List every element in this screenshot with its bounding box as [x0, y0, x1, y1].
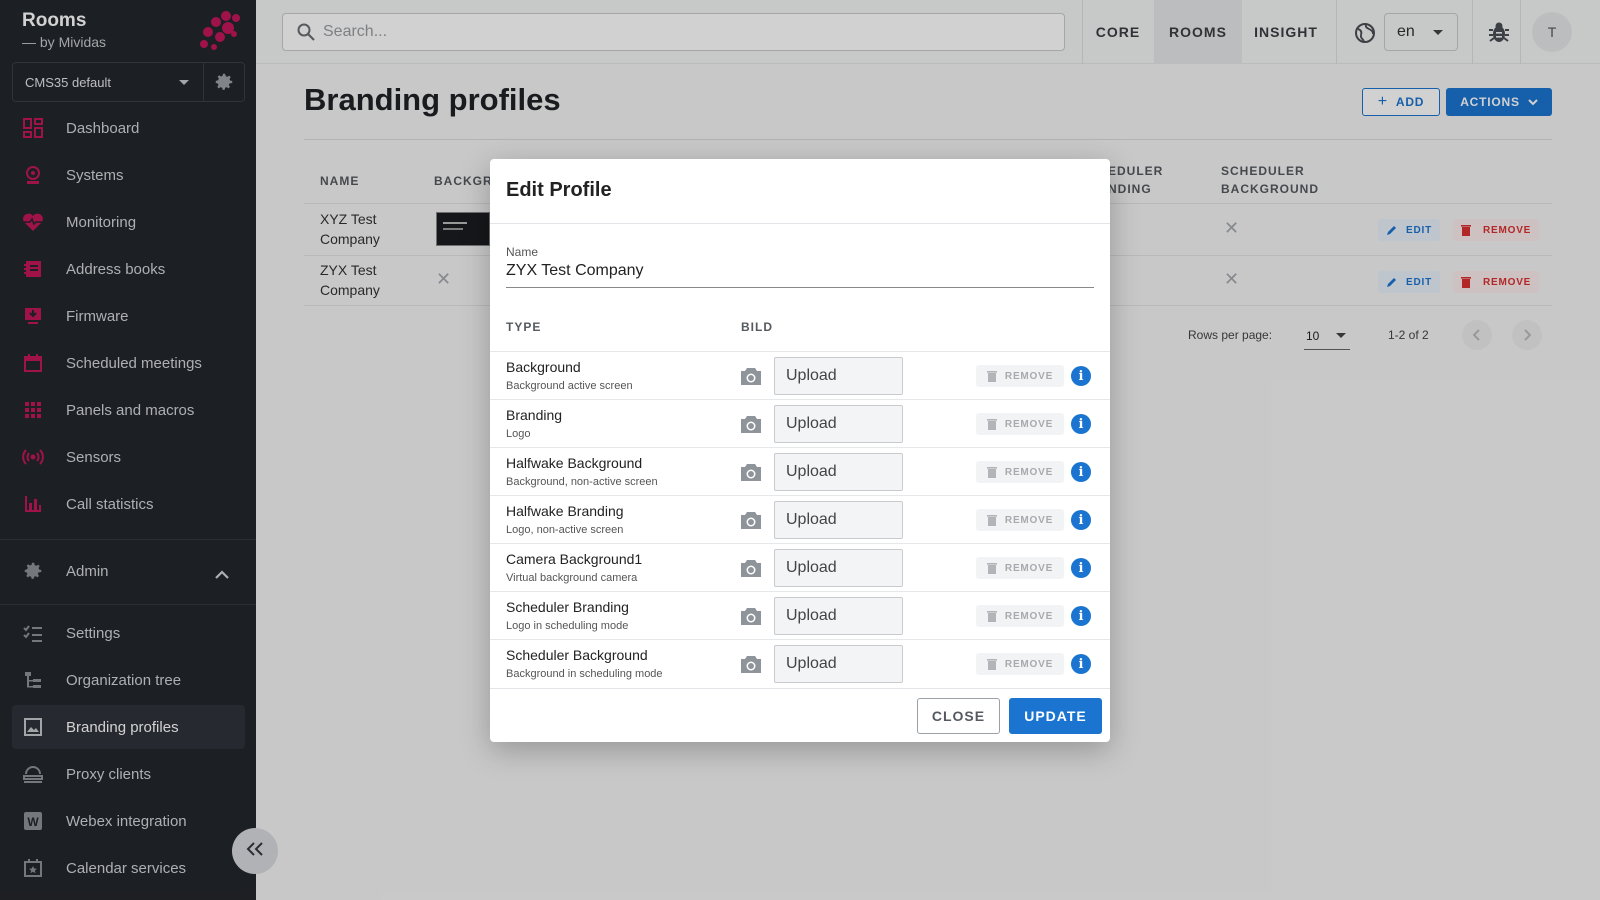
- camera-icon[interactable]: [740, 606, 762, 626]
- trash-icon: [986, 514, 997, 526]
- dialog-title: Edit Profile: [506, 179, 612, 201]
- image-type-row: Branding Logo Upload REMOVE i: [490, 399, 1110, 447]
- image-type-row: Scheduler Background Background in schedu…: [490, 639, 1110, 687]
- upload-input[interactable]: Upload: [774, 645, 903, 683]
- column-header-image: BILD: [741, 320, 773, 334]
- trash-icon: [986, 658, 997, 670]
- info-icon[interactable]: i: [1071, 606, 1091, 626]
- image-type-row: Halfwake Background Background, non-activ…: [490, 447, 1110, 495]
- camera-icon[interactable]: [740, 366, 762, 386]
- image-type-label: Scheduler Branding: [506, 599, 629, 615]
- close-button[interactable]: CLOSE: [917, 698, 1000, 734]
- image-type-description: Background in scheduling mode: [506, 668, 663, 680]
- remove-image-button[interactable]: REMOVE: [976, 653, 1064, 675]
- image-type-label: Camera Background1: [506, 551, 643, 567]
- upload-input[interactable]: Upload: [774, 501, 903, 539]
- upload-input[interactable]: Upload: [774, 405, 903, 443]
- image-type-label: Background: [506, 359, 581, 375]
- remove-image-button[interactable]: REMOVE: [976, 413, 1064, 435]
- info-icon[interactable]: i: [1071, 462, 1091, 482]
- image-type-label: Halfwake Background: [506, 455, 643, 471]
- info-icon[interactable]: i: [1071, 414, 1091, 434]
- camera-icon[interactable]: [740, 462, 762, 482]
- info-icon[interactable]: i: [1071, 654, 1091, 674]
- image-type-description: Virtual background camera: [506, 572, 638, 584]
- upload-input[interactable]: Upload: [774, 453, 903, 491]
- camera-icon[interactable]: [740, 510, 762, 530]
- info-icon[interactable]: i: [1071, 510, 1091, 530]
- camera-icon[interactable]: [740, 558, 762, 578]
- upload-input[interactable]: Upload: [774, 549, 903, 587]
- upload-input[interactable]: Upload: [774, 357, 903, 395]
- info-icon[interactable]: i: [1071, 558, 1091, 578]
- image-type-row: Camera Background1 Virtual background cam…: [490, 543, 1110, 591]
- name-field[interactable]: ZYX Test Company: [506, 262, 644, 280]
- image-type-description: Background, non-active screen: [506, 476, 658, 488]
- edit-profile-dialog: Edit Profile Name ZYX Test Company TYPE …: [490, 159, 1110, 742]
- remove-image-button[interactable]: REMOVE: [976, 557, 1064, 579]
- remove-image-button[interactable]: REMOVE: [976, 509, 1064, 531]
- camera-icon[interactable]: [740, 414, 762, 434]
- remove-image-button[interactable]: REMOVE: [976, 605, 1064, 627]
- trash-icon: [986, 610, 997, 622]
- upload-input[interactable]: Upload: [774, 597, 903, 635]
- image-type-description: Background active screen: [506, 380, 633, 392]
- update-button[interactable]: UPDATE: [1009, 698, 1102, 734]
- image-type-row: Halfwake Branding Logo, non-active screen…: [490, 495, 1110, 543]
- image-type-row: Background Background active screen Upload…: [490, 351, 1110, 399]
- image-type-description: Logo in scheduling mode: [506, 620, 629, 632]
- image-type-label: Branding: [506, 407, 563, 423]
- column-header-type: TYPE: [506, 320, 542, 334]
- trash-icon: [986, 562, 997, 574]
- image-type-description: Logo: [506, 428, 531, 440]
- image-type-description: Logo, non-active screen: [506, 524, 624, 536]
- image-type-label: Halfwake Branding: [506, 503, 624, 519]
- camera-icon[interactable]: [740, 654, 762, 674]
- trash-icon: [986, 418, 997, 430]
- image-type-row: Scheduler Branding Logo in scheduling mod…: [490, 591, 1110, 639]
- trash-icon: [986, 466, 997, 478]
- name-field-label: Name: [506, 245, 539, 259]
- trash-icon: [986, 370, 997, 382]
- image-type-label: Scheduler Background: [506, 647, 648, 663]
- info-icon[interactable]: i: [1071, 366, 1091, 386]
- remove-image-button[interactable]: REMOVE: [976, 365, 1064, 387]
- remove-image-button[interactable]: REMOVE: [976, 461, 1064, 483]
